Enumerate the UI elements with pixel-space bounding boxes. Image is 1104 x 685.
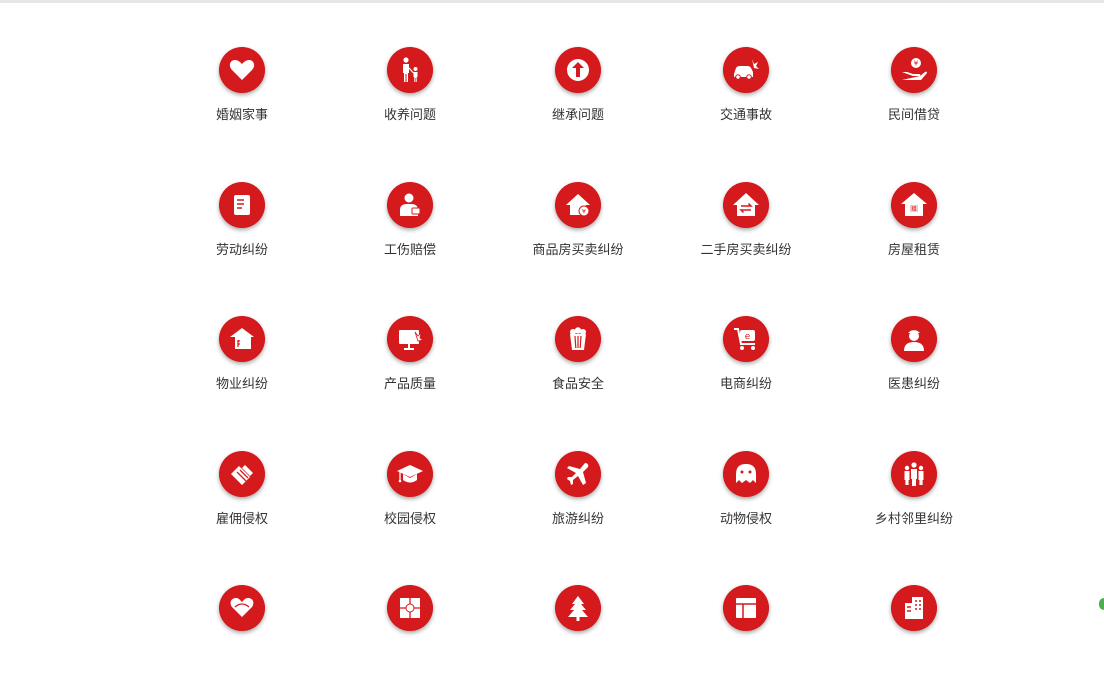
category-item-lending[interactable]: ¥ 民间借贷 [830, 47, 998, 147]
category-item-row5-3[interactable] [494, 585, 662, 685]
svg-text:e: e [745, 332, 751, 342]
category-item-row5-5[interactable] [830, 585, 998, 685]
category-item-food-safety[interactable]: 食品安全 [494, 316, 662, 416]
category-label: 交通事故 [720, 108, 772, 124]
house-rent-icon: 租 [891, 182, 937, 228]
doctor-icon [891, 316, 937, 362]
category-label: 雇佣侵权 [216, 512, 268, 528]
category-item-row5-2[interactable] [326, 585, 494, 685]
category-item-inheritance[interactable]: 继承问题 [494, 47, 662, 147]
property-house-icon [219, 316, 265, 362]
injured-worker-icon [387, 182, 433, 228]
category-item-ecommerce[interactable]: e 电商纠纷 [662, 316, 830, 416]
hand-coin-icon: ¥ [891, 47, 937, 93]
animal-icon [723, 451, 769, 497]
window-icon [723, 585, 769, 631]
category-item-row5-1[interactable] [158, 585, 326, 685]
document-icon [219, 182, 265, 228]
category-item-animal[interactable]: 动物侵权 [662, 451, 830, 551]
graduation-cap-icon [387, 451, 433, 497]
category-item-traffic[interactable]: 交通事故 [662, 47, 830, 147]
category-item-marriage[interactable]: 婚姻家事 [158, 47, 326, 147]
category-label: 电商纠纷 [720, 377, 772, 393]
category-label: 动物侵权 [720, 512, 772, 528]
handshake-heart-icon [219, 585, 265, 631]
category-item-village-neighbor[interactable]: 乡村邻里纠纷 [830, 451, 998, 551]
category-item-labor[interactable]: 劳动纠纷 [158, 182, 326, 282]
category-label: 民间借贷 [888, 108, 940, 124]
category-item-product-quality[interactable]: 产品质量 [326, 316, 494, 416]
category-label: 食品安全 [552, 377, 604, 393]
category-label: 收养问题 [384, 108, 436, 124]
corner-widget[interactable] [1099, 598, 1104, 610]
category-item-work-injury[interactable]: 工伤赔偿 [326, 182, 494, 282]
people-group-icon [891, 451, 937, 497]
tree-icon [555, 585, 601, 631]
house-yuan-icon: ¥ [555, 182, 601, 228]
arrow-up-icon [555, 47, 601, 93]
house-exchange-icon [723, 182, 769, 228]
category-item-employment[interactable]: 雇佣侵权 [158, 451, 326, 551]
category-label: 医患纠纷 [888, 377, 940, 393]
category-label: 劳动纠纷 [216, 243, 268, 259]
category-label: 物业纠纷 [216, 377, 268, 393]
category-item-campus[interactable]: 校园侵权 [326, 451, 494, 551]
category-item-travel[interactable]: 旅游纠纷 [494, 451, 662, 551]
building-icon [891, 585, 937, 631]
category-label: 校园侵权 [384, 512, 436, 528]
category-item-medical[interactable]: 医患纠纷 [830, 316, 998, 416]
popcorn-icon [555, 316, 601, 362]
category-label: 工伤赔偿 [384, 243, 436, 259]
category-item-new-house[interactable]: ¥ 商品房买卖纠纷 [494, 182, 662, 282]
svg-text:租: 租 [911, 206, 916, 213]
category-label: 旅游纠纷 [552, 512, 604, 528]
category-label: 房屋租赁 [888, 243, 940, 259]
grid-sun-icon [387, 585, 433, 631]
category-item-second-hand-house[interactable]: 二手房买卖纠纷 [662, 182, 830, 282]
category-label: 婚姻家事 [216, 108, 268, 124]
category-label: 二手房买卖纠纷 [700, 243, 791, 259]
category-label: 产品质量 [384, 377, 436, 393]
category-item-row5-4[interactable] [662, 585, 830, 685]
svg-text:¥: ¥ [914, 60, 919, 68]
category-item-rental[interactable]: 租 房屋租赁 [830, 182, 998, 282]
parent-child-icon [387, 47, 433, 93]
heart-icon [219, 47, 265, 93]
category-label: 商品房买卖纠纷 [532, 243, 623, 259]
car-crash-icon [723, 47, 769, 93]
top-border [0, 0, 1104, 3]
shopping-cart-e-icon: e [723, 316, 769, 362]
svg-text:¥: ¥ [582, 208, 586, 216]
monitor-icon [387, 316, 433, 362]
category-item-property[interactable]: 物业纠纷 [158, 316, 326, 416]
category-label: 乡村邻里纠纷 [875, 512, 953, 528]
category-item-adoption[interactable]: 收养问题 [326, 47, 494, 147]
airplane-icon [555, 451, 601, 497]
category-label: 继承问题 [552, 108, 604, 124]
handshake-icon [219, 451, 265, 497]
